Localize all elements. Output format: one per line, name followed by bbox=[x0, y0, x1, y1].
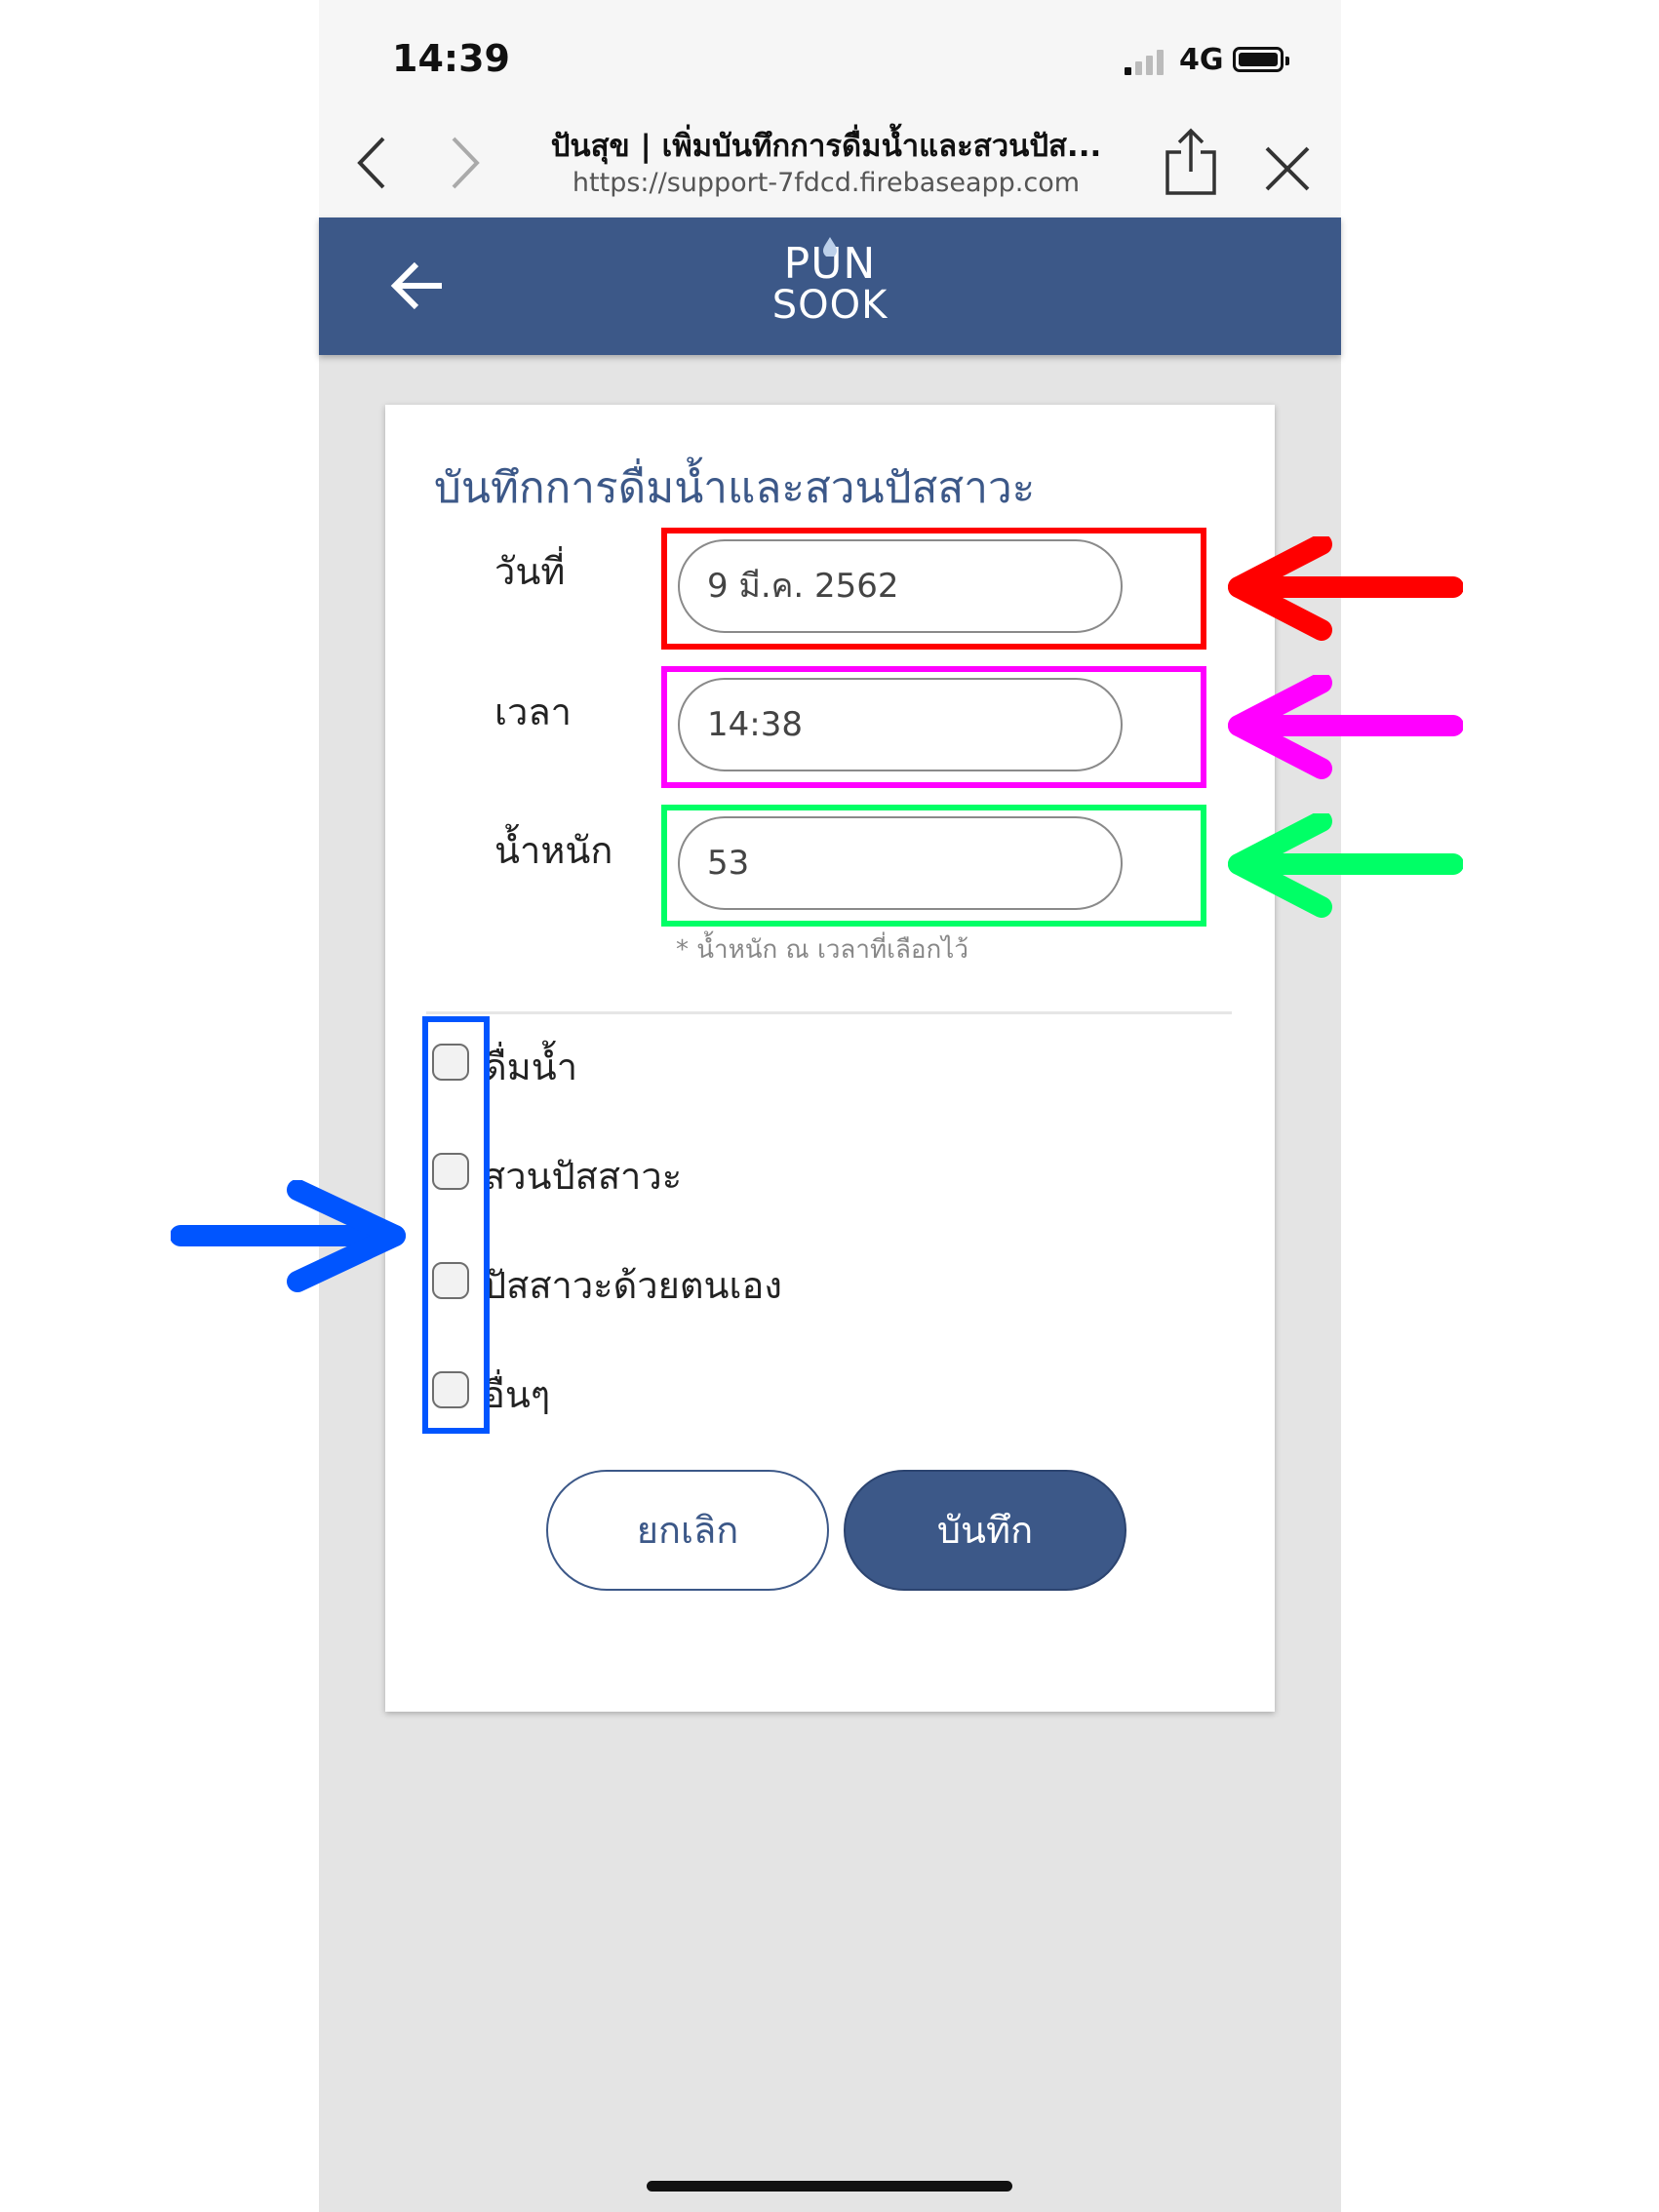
logo-line2: SOOK bbox=[771, 283, 889, 328]
magenta-arrow-icon bbox=[1228, 675, 1463, 779]
close-icon[interactable] bbox=[1263, 138, 1312, 199]
red-arrow-icon bbox=[1228, 536, 1463, 641]
browser-toolbar: ปันสุข | เพิ่มบันทึกการดื่มน้ำและสวนปัส.… bbox=[319, 107, 1341, 218]
signal-icon bbox=[1125, 50, 1164, 75]
network-label: 4G bbox=[1179, 43, 1224, 77]
browser-forward-icon[interactable] bbox=[440, 133, 489, 193]
browser-back-icon[interactable] bbox=[348, 133, 397, 193]
date-highlight-box bbox=[661, 528, 1206, 650]
option-drink-water[interactable]: ดื่มน้ำ bbox=[483, 1037, 577, 1096]
home-indicator bbox=[647, 2181, 1012, 2192]
page-title[interactable]: ปันสุข | เพิ่มบันทึกการดื่มน้ำและสวนปัส.… bbox=[514, 121, 1138, 170]
cancel-button[interactable]: ยกเลิก bbox=[546, 1470, 829, 1591]
time-label: เวลา bbox=[494, 691, 572, 733]
status-bar: 14:39 4G bbox=[319, 0, 1341, 107]
weight-highlight-box bbox=[661, 805, 1206, 927]
share-icon[interactable] bbox=[1164, 127, 1218, 197]
weight-hint: * น้ำหนัก ณ เวลาที่เลือกไว้ bbox=[676, 935, 968, 965]
weight-label: น้ำหนัก bbox=[494, 829, 613, 872]
blue-arrow-icon bbox=[171, 1180, 406, 1292]
divider bbox=[426, 1011, 1232, 1014]
date-label: วันที่ bbox=[494, 550, 566, 593]
option-other[interactable]: อื่นๆ bbox=[483, 1364, 550, 1424]
water-drop-icon bbox=[823, 237, 837, 257]
option-self-urination[interactable]: ปัสสาวะด้วยตนเอง bbox=[483, 1255, 782, 1315]
back-arrow-icon[interactable] bbox=[387, 257, 446, 315]
time-highlight-box bbox=[661, 666, 1206, 788]
green-arrow-icon bbox=[1228, 813, 1463, 918]
battery-icon bbox=[1233, 47, 1289, 72]
app-header: PUN SOOK bbox=[319, 217, 1341, 355]
checkbox-highlight-box bbox=[422, 1016, 490, 1434]
clock: 14:39 bbox=[392, 37, 510, 80]
save-button[interactable]: บันทึก bbox=[844, 1470, 1126, 1591]
option-catheterization[interactable]: สวนปัสสาวะ bbox=[483, 1146, 682, 1205]
page-url[interactable]: https://support-7fdcd.firebaseapp.com bbox=[514, 168, 1138, 198]
form-title: บันทึกการดื่มน้ำและสวนปัสสาวะ bbox=[434, 463, 1036, 513]
